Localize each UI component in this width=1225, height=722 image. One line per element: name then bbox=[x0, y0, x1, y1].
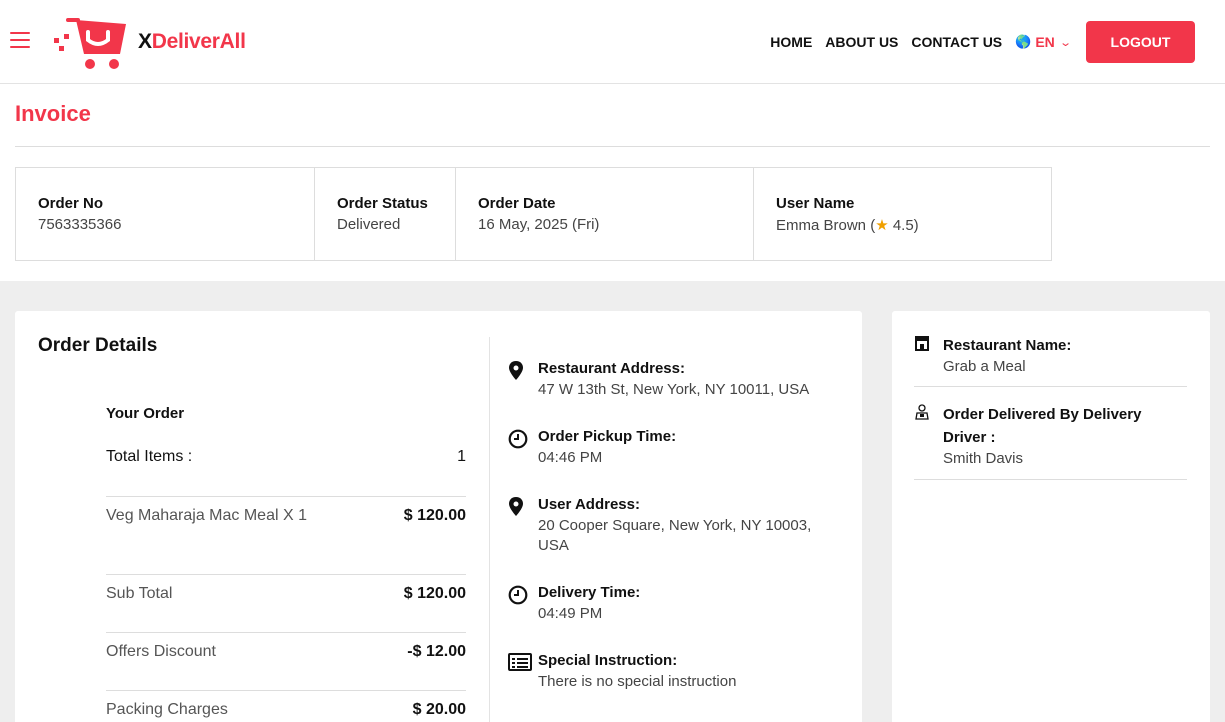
order-no-value: 7563335366 bbox=[38, 216, 122, 233]
store-icon bbox=[914, 334, 943, 386]
restaurant-info-card: Restaurant Name: Grab a Meal Order Deliv… bbox=[892, 311, 1210, 722]
pickup-time-info: Order Pickup Time: 04:46 PM bbox=[508, 428, 838, 468]
clock-icon bbox=[508, 584, 538, 624]
location-pin-icon bbox=[508, 496, 538, 556]
vertical-divider bbox=[489, 337, 490, 722]
user-address-info: User Address: 20 Cooper Square, New York… bbox=[508, 496, 838, 556]
order-date-label: Order Date bbox=[478, 195, 556, 212]
packing-charges-amount: $ 20.00 bbox=[412, 701, 466, 718]
location-pin-icon bbox=[508, 360, 538, 400]
globe-icon: 🌎 bbox=[1015, 34, 1032, 49]
restaurant-address-label: Restaurant Address: bbox=[538, 360, 685, 377]
discount-row: Offers Discount -$ 12.00 bbox=[106, 632, 466, 690]
restaurant-name-item: Restaurant Name: Grab a Meal bbox=[914, 334, 1187, 387]
clock-icon bbox=[508, 428, 538, 468]
user-address-label: User Address: bbox=[538, 496, 640, 513]
discount-amount: -$ 12.00 bbox=[407, 643, 466, 660]
total-items-value: 1 bbox=[457, 448, 466, 465]
order-summary-table: Order No 7563335366 Order Status Deliver… bbox=[15, 167, 1052, 261]
logout-button[interactable]: LOGOUT bbox=[1086, 21, 1195, 63]
line-item-name: Veg Maharaja Mac Meal X 1 bbox=[106, 507, 307, 524]
star-icon: ★ bbox=[875, 217, 889, 234]
pickup-time-value: 04:46 PM bbox=[538, 449, 603, 466]
total-items-row: Total Items : 1 bbox=[106, 448, 466, 466]
order-date-value: 16 May, 2025 (Fri) bbox=[478, 216, 600, 233]
user-rating: 4.5 bbox=[892, 217, 914, 234]
restaurant-address-info: Restaurant Address: 47 W 13th St, New Yo… bbox=[508, 360, 838, 400]
subtotal-row: Sub Total $ 120.00 bbox=[106, 574, 466, 632]
total-items-label: Total Items : bbox=[106, 448, 193, 465]
order-details-card: Order Details Your Order Total Items : 1… bbox=[15, 311, 862, 722]
list-icon bbox=[508, 652, 538, 692]
restaurant-name-value: Grab a Meal bbox=[943, 358, 1026, 375]
nav-home-link[interactable]: HOME bbox=[770, 34, 812, 50]
order-status-cell: Order Status Delivered bbox=[315, 168, 456, 260]
brand-name[interactable]: XDeliverAll bbox=[138, 30, 246, 54]
chevron-down-icon: ⌄ bbox=[1058, 36, 1072, 49]
special-instruction-value: There is no special instruction bbox=[538, 673, 737, 690]
order-no-cell: Order No 7563335366 bbox=[16, 168, 315, 260]
delivery-driver-label: Order Delivered By Delivery Driver : bbox=[943, 406, 1142, 446]
language-selector[interactable]: 🌎 EN ⌄ bbox=[1015, 34, 1072, 50]
discount-label: Offers Discount bbox=[106, 643, 216, 660]
user-name-value: Emma Brown (★ 4.5) bbox=[776, 217, 919, 234]
user-name-cell: User Name Emma Brown (★ 4.5) bbox=[754, 168, 1051, 260]
subtotal-amount: $ 120.00 bbox=[403, 585, 466, 602]
restaurant-address-value: 47 W 13th St, New York, NY 10011, USA bbox=[538, 381, 810, 398]
user-address-value: 20 Cooper Square, New York, NY 10003, US… bbox=[538, 517, 812, 554]
divider bbox=[15, 146, 1210, 147]
nav-contact-link[interactable]: CONTACT US bbox=[911, 34, 1002, 50]
special-instruction-label: Special Instruction: bbox=[538, 652, 678, 669]
subtotal-label: Sub Total bbox=[106, 585, 173, 602]
your-order-heading: Your Order bbox=[106, 405, 185, 422]
user-name-label: User Name bbox=[776, 195, 855, 212]
line-item-amount: $ 120.00 bbox=[403, 507, 466, 524]
order-line-item: Veg Maharaja Mac Meal X 1 $ 120.00 bbox=[106, 496, 466, 574]
main-nav: HOME ABOUT US CONTACT US 🌎 EN ⌄ LOGOUT bbox=[770, 21, 1195, 63]
order-date-cell: Order Date 16 May, 2025 (Fri) bbox=[456, 168, 754, 260]
delivery-time-info: Delivery Time: 04:49 PM bbox=[508, 584, 838, 624]
delivery-time-value: 04:49 PM bbox=[538, 605, 603, 622]
order-status-value: Delivered bbox=[337, 216, 401, 233]
nav-about-link[interactable]: ABOUT US bbox=[825, 34, 898, 50]
delivery-driver-item: Order Delivered By Delivery Driver : Smi… bbox=[914, 403, 1187, 480]
delivery-driver-value: Smith Davis bbox=[943, 450, 1024, 467]
page-title: Invoice bbox=[15, 101, 91, 126]
order-status-label: Order Status bbox=[337, 195, 428, 212]
delivery-time-label: Delivery Time: bbox=[538, 584, 641, 601]
pickup-time-label: Order Pickup Time: bbox=[538, 428, 677, 445]
special-instruction-info: Special Instruction: There is no special… bbox=[508, 652, 838, 692]
order-no-label: Order No bbox=[38, 195, 104, 212]
packing-charges-label: Packing Charges bbox=[106, 701, 228, 718]
top-header: XDeliverAll HOME ABOUT US CONTACT US 🌎 E… bbox=[0, 0, 1225, 84]
language-code: EN bbox=[1035, 34, 1055, 50]
order-details-title: Order Details bbox=[38, 335, 158, 356]
delivery-driver-icon bbox=[914, 403, 943, 479]
packing-charges-row: Packing Charges $ 20.00 bbox=[106, 690, 466, 722]
brand-logo-icon[interactable] bbox=[54, 14, 128, 72]
restaurant-name-label: Restaurant Name: bbox=[943, 337, 1072, 354]
hamburger-menu-icon[interactable] bbox=[10, 32, 30, 48]
